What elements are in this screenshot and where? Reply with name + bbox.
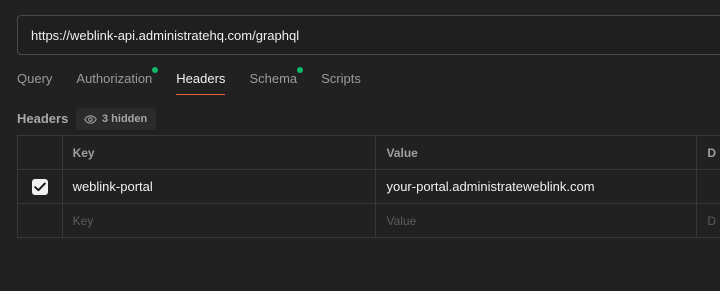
hidden-count-label: 3 hidden (102, 113, 148, 125)
request-tabs: Query Authorization Headers Schema Scrip… (17, 62, 385, 96)
tab-label: Scripts (321, 71, 361, 86)
tab-headers[interactable]: Headers (176, 62, 226, 95)
tab-label: Authorization (76, 71, 153, 86)
tab-schema[interactable]: Schema (249, 62, 304, 95)
tab-authorization[interactable]: Authorization (76, 62, 159, 95)
url-text: https://weblink-api.administratehq.com/g… (31, 27, 300, 43)
table-header-row: Key Value D (18, 136, 720, 170)
row-checkbox-cell (18, 204, 63, 237)
checkbox-column-header (18, 136, 63, 169)
headers-table: Key Value D weblink-portal your-portal.a… (17, 135, 720, 238)
eye-icon (84, 114, 97, 124)
tab-scripts[interactable]: Scripts (321, 62, 361, 95)
url-input[interactable]: https://weblink-api.administratehq.com/g… (17, 15, 720, 55)
key-placeholder: Key (72, 213, 94, 228)
header-value-text: your-portal.administrateweblink.com (386, 179, 595, 194)
header-value-cell[interactable]: your-portal.administrateweblink.com (376, 170, 698, 203)
header-description-cell[interactable] (697, 170, 720, 203)
headers-section-title: Headers (17, 111, 69, 126)
status-dot (152, 67, 159, 73)
row-checkbox-cell (18, 170, 63, 203)
new-value-input[interactable]: Value (376, 204, 698, 237)
key-column-header: Key (63, 136, 377, 169)
value-column-header: Value (376, 136, 698, 169)
tab-query[interactable]: Query (17, 62, 52, 95)
tab-label: Schema (249, 71, 298, 86)
value-placeholder: Value (386, 213, 417, 228)
header-key-cell[interactable]: weblink-portal (63, 170, 377, 203)
hidden-headers-toggle[interactable]: 3 hidden (76, 108, 157, 130)
description-column-header: D (707, 145, 716, 160)
new-header-row: Key Value D (18, 204, 720, 237)
header-key-text: weblink-portal (72, 179, 153, 194)
graphql-request-panel: https://weblink-api.administratehq.com/g… (0, 0, 720, 291)
new-key-input[interactable]: Key (63, 204, 377, 237)
tab-label: Query (17, 71, 53, 86)
tab-label: Headers (176, 71, 226, 86)
new-description-input[interactable]: D (697, 204, 720, 237)
header-enabled-checkbox[interactable] (31, 178, 48, 195)
table-row: weblink-portal your-portal.administratew… (18, 170, 720, 204)
status-dot (297, 67, 304, 73)
check-icon (33, 182, 46, 191)
description-placeholder: D (707, 213, 716, 228)
